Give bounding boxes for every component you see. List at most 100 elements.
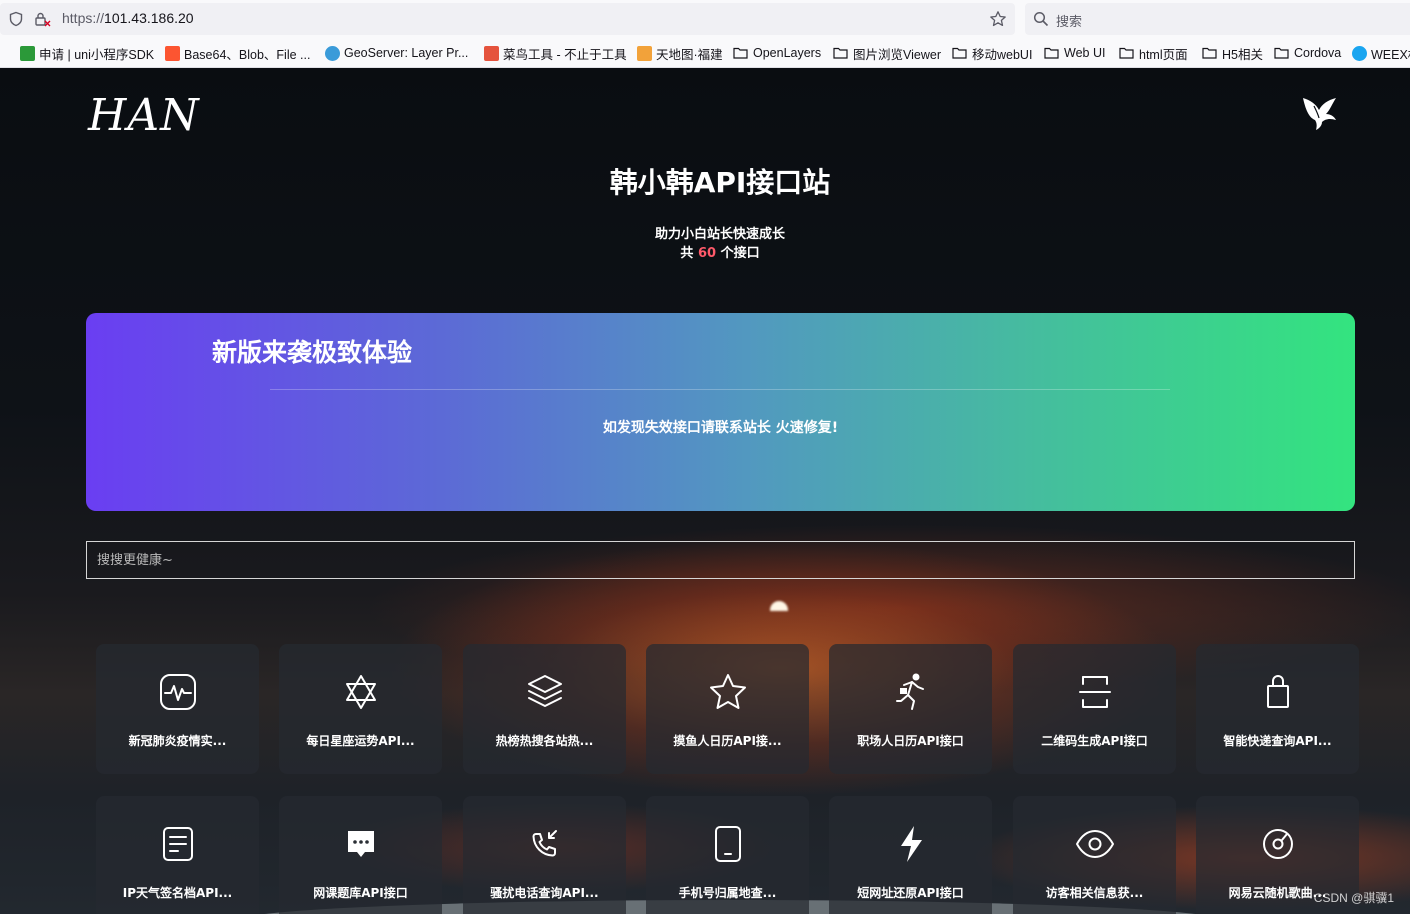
bookmark-label: 移动webUI [972,47,1033,62]
geoserver-favicon [325,45,340,61]
banner-title: 新版来袭极致体验 [212,338,413,367]
bookmark-label: Web UI [1064,46,1106,60]
bookmark-item[interactable]: 图片浏览Viewer [833,45,941,62]
api-card[interactable]: 摸鱼人日历API接... [646,644,809,774]
phone-incoming-icon [532,830,557,857]
sunset-sun [770,601,788,611]
activity-icon [160,674,196,710]
api-card[interactable]: IP天气签名档API... [96,796,259,914]
bookmark-item[interactable]: Cordova [1274,45,1341,61]
api-card[interactable]: 网课题库API接口 [279,796,442,914]
csdn-favicon [165,45,180,61]
weex-favicon [1352,45,1367,61]
bookmarks-toolbar: 申请 | uni小程序SDK Base64、Blob、File ... GeoSer… [0,38,1410,68]
tracking-shield-icon[interactable] [8,11,24,27]
search-placeholder: 搜索 [1056,15,1083,30]
search-icon [1033,11,1049,27]
bag-icon [1267,675,1289,708]
api-card-label: 热榜热搜各站热... [495,734,594,748]
csdn-watermark: CSDN @骐骥1 [1313,891,1394,905]
api-search-input[interactable] [86,541,1355,579]
bookmark-item[interactable]: html页面 [1119,45,1188,62]
bookmark-item[interactable]: 菜鸟工具 - 不止于工具 [484,45,627,62]
site-title: 韩小韩API接口站 [609,166,831,199]
bookmark-item[interactable]: 申请 | uni小程序SDK [20,45,155,62]
mobile-icon [715,826,741,862]
bookmark-label: Base64、Blob、File ... [184,47,311,62]
disc-icon [1263,829,1293,859]
bookmark-label: WEEX相 [1371,47,1410,62]
bookmark-label: 申请 | uni小程序SDK [39,47,155,62]
api-site-page: HAN 韩小韩API接口站 助力小白站长快速成长 共 60 个接口 新版来袭极致… [0,68,1410,914]
api-card[interactable]: 新冠肺炎疫情实... [96,644,259,774]
uni-favicon [20,45,35,61]
star-icon [710,674,746,709]
lock-icon[interactable] [34,11,52,27]
api-count-number: 60 [697,246,717,261]
api-card[interactable]: 二维码生成API接口 [1013,644,1176,774]
api-card-label: 每日星座运势API... [306,734,415,748]
bookmark-label: OpenLayers [753,46,822,60]
api-card[interactable]: 智能快递查询API... [1196,644,1359,774]
api-count: 共 60 个接口 [680,246,760,261]
bookmark-star-icon[interactable] [989,10,1007,28]
bookmark-label: 图片浏览Viewer [853,47,941,62]
star-of-david-icon [346,675,376,709]
folder-icon [1119,47,1134,59]
scan-icon [1079,676,1111,708]
folder-icon [952,47,967,59]
api-card-label: 职场人日历API接口 [857,734,964,748]
bookmark-item[interactable]: Web UI [1044,45,1105,61]
site-subtitle: 助力小白站长快速成长 [654,227,785,242]
bookmark-item[interactable]: H5相关 [1202,45,1263,62]
document-icon [163,827,193,861]
bookmark-item[interactable]: Base64、Blob、File ... [165,45,311,62]
announcement-banner: 新版来袭极致体验 如发现失效接口请联系站长 火速修复! [86,313,1355,511]
api-card[interactable]: 每日星座运势API... [279,644,442,774]
lightning-icon [901,826,922,862]
bookmark-item[interactable]: WEEX相 [1352,45,1410,62]
bookmark-item[interactable]: 移动webUI [952,45,1033,62]
folder-icon [733,47,748,59]
bookmark-label: html页面 [1139,47,1188,62]
api-card-label: 智能快递查询API... [1223,734,1332,748]
bookmark-label: H5相关 [1222,47,1263,62]
address-bar[interactable]: https://101.43.186.20 [0,3,1015,35]
api-card[interactable]: 短网址还原API接口 [829,796,992,914]
bookmark-item[interactable]: GeoServer: Layer Pr... [325,45,468,61]
bookmark-label: GeoServer: Layer Pr... [344,46,469,60]
api-card[interactable]: 职场人日历API接口 [829,644,992,774]
api-card-label: 短网址还原API接口 [857,886,964,900]
api-card[interactable]: 热榜热搜各站热... [463,644,626,774]
running-man-icon [896,673,924,710]
api-card-label: 骚扰电话查询API... [490,886,599,900]
api-card[interactable]: 手机号归属地查... [646,796,809,914]
api-card-label: 访客相关信息获... [1045,886,1144,900]
banner-divider [270,389,1170,390]
bookmark-item[interactable]: OpenLayers [733,45,821,61]
layers-icon [528,675,562,707]
bookmark-label: 天地图·福建 [656,47,723,62]
api-card-label: 摸鱼人日历API接... [673,734,782,748]
eye-icon [1076,830,1114,858]
api-card-label: 网课题库API接口 [313,886,408,900]
url-text[interactable]: https://101.43.186.20 [62,10,194,26]
folder-icon [1044,47,1059,59]
folder-icon [1202,47,1217,59]
api-card-label: 二维码生成API接口 [1041,734,1148,748]
bookmark-label: 菜鸟工具 - 不止于工具 [503,47,627,62]
folder-icon [1274,47,1289,59]
api-card[interactable]: 骚扰电话查询API... [463,796,626,914]
runoob-favicon [484,45,499,61]
bookmark-item[interactable]: 天地图·福建 [637,45,723,62]
chat-icon [348,831,374,857]
bookmark-label: Cordova [1294,46,1342,60]
api-card[interactable]: 访客相关信息获... [1013,796,1176,914]
api-card-label: 手机号归属地查... [678,886,777,900]
bird-logo-icon[interactable] [1300,92,1340,132]
api-card-label: IP天气签名档API... [122,886,233,900]
tianditu-favicon [637,45,652,61]
site-logo[interactable]: HAN [88,90,200,141]
api-card-label: 新冠肺炎疫情实... [128,734,227,748]
browser-search-field[interactable]: 搜索 [1025,3,1410,35]
